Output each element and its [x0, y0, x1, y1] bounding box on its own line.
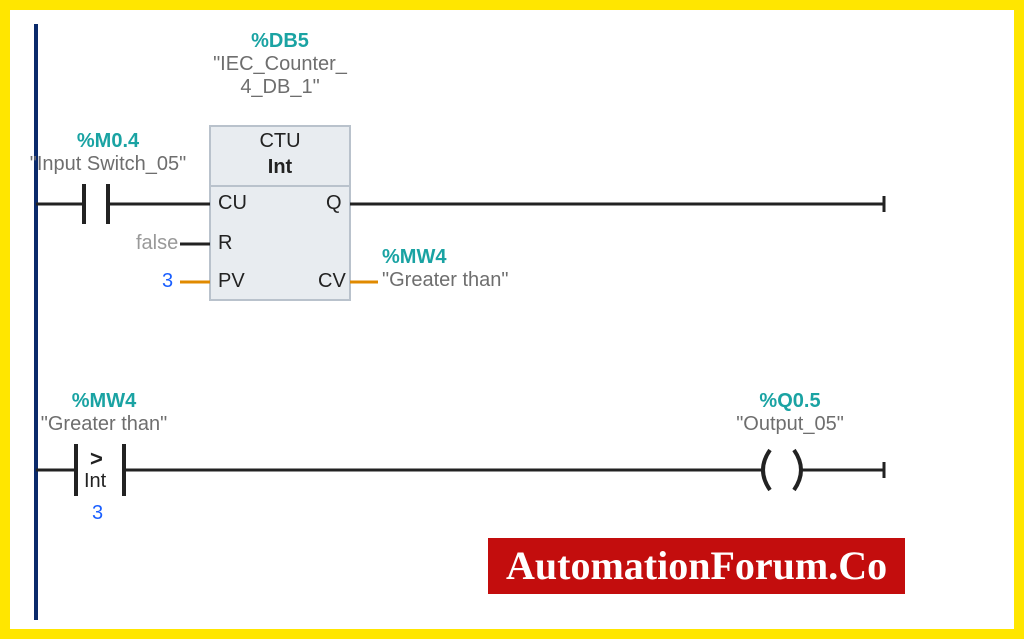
pin-q: Q — [326, 192, 342, 215]
ladder-canvas: %DB5 "IEC_Counter_ 4_DB_1" CTU Int CU R … — [10, 10, 1014, 629]
counter-db-symbol-l2: 4_DB_1" — [210, 76, 350, 99]
compare-address: %MW4 — [34, 390, 174, 413]
r-input-value: false — [136, 232, 178, 255]
compare-operator: > — [90, 446, 103, 472]
compare-operand1-label: %MW4 "Greater than" — [34, 390, 174, 436]
pin-pv: PV — [218, 270, 245, 293]
output-address: %Q0.5 — [710, 390, 870, 413]
diagram-frame: %DB5 "IEC_Counter_ 4_DB_1" CTU Int CU R … — [0, 0, 1024, 639]
pin-r: R — [218, 232, 232, 255]
input-contact-label: %M0.4 "Input Switch_05" — [28, 130, 188, 176]
pin-cv: CV — [318, 270, 346, 293]
counter-block-datatype: Int — [210, 156, 350, 179]
counter-db-symbol-l1: "IEC_Counter_ — [210, 53, 350, 76]
pv-input-value: 3 — [162, 270, 173, 293]
counter-db-address: %DB5 — [210, 30, 350, 53]
compare-datatype: Int — [84, 470, 106, 493]
counter-db-label: %DB5 "IEC_Counter_ 4_DB_1" — [210, 30, 350, 99]
cv-symbol: "Greater than" — [382, 269, 508, 292]
input-address: %M0.4 — [28, 130, 188, 153]
input-symbol: "Input Switch_05" — [28, 153, 188, 176]
watermark-banner: AutomationForum.Co — [488, 538, 905, 594]
cv-address: %MW4 — [382, 246, 508, 269]
counter-block-type: CTU — [210, 130, 350, 153]
compare-symbol: "Greater than" — [34, 413, 174, 436]
pin-cu: CU — [218, 192, 247, 215]
output-symbol: "Output_05" — [710, 413, 870, 436]
cv-output-label: %MW4 "Greater than" — [382, 246, 508, 292]
output-coil-label: %Q0.5 "Output_05" — [710, 390, 870, 436]
compare-operand2: 3 — [92, 502, 103, 525]
ladder-svg — [10, 10, 1014, 629]
